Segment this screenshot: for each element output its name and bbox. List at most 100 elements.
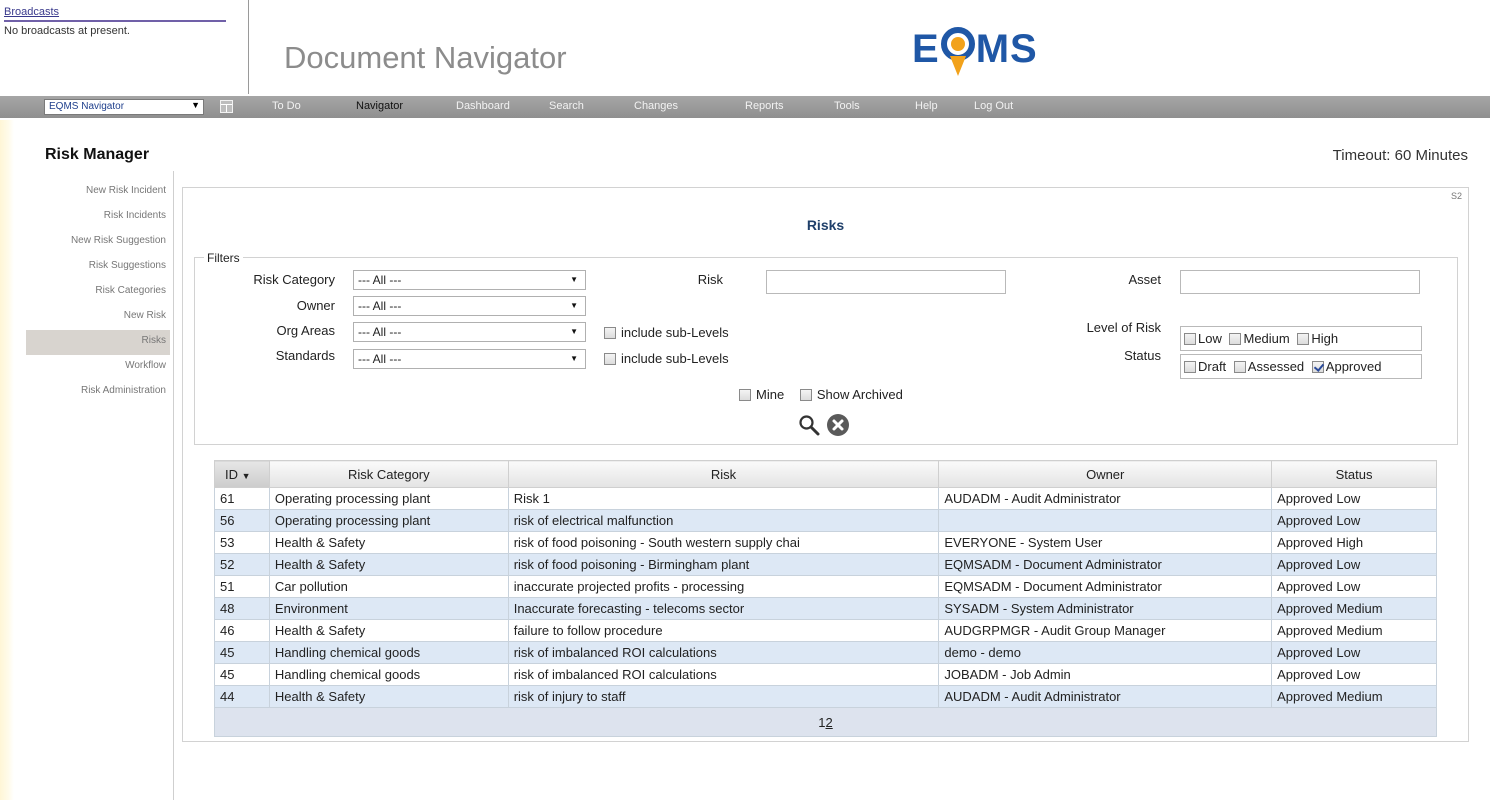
cell-risk: risk of injury to staff: [507, 685, 940, 708]
nav-changes[interactable]: Changes: [634, 100, 678, 112]
include-sub-levels-org-label: include sub-Levels: [621, 325, 729, 340]
risk-category-label: Risk Category: [253, 272, 335, 287]
cell-risk-category: Environment: [268, 597, 509, 620]
column-header-risk[interactable]: Risk: [507, 460, 940, 488]
include-sub-levels-org[interactable]: include sub-Levels: [604, 325, 735, 340]
owner-select[interactable]: --- All --- ▼: [353, 296, 586, 316]
owner-label: Owner: [296, 298, 335, 313]
sort-desc-icon: ▼: [241, 470, 251, 481]
mine-filter[interactable]: Mine Show Archived: [739, 387, 909, 402]
page-2[interactable]: 2: [826, 715, 833, 730]
column-header-id-label: ID: [225, 466, 238, 482]
cell-risk-category: Operating processing plant: [268, 487, 509, 510]
module-selector-value: EQMS Navigator: [49, 101, 125, 112]
checkbox-icon[interactable]: [604, 353, 616, 365]
nav-logout[interactable]: Log Out: [974, 100, 1013, 112]
high-checkbox[interactable]: [1297, 333, 1310, 345]
cell-id: 44: [214, 685, 270, 708]
cell-risk: Risk 1: [507, 487, 940, 510]
level-of-risk-label: Level of Risk: [1086, 320, 1161, 335]
status-options: Draft Assessed Approved: [1180, 354, 1422, 379]
page-1[interactable]: 1: [818, 715, 825, 730]
approved-label: Approved: [1325, 359, 1382, 374]
cell-id: 45: [214, 663, 270, 686]
search-icon[interactable]: [798, 414, 820, 436]
nav-todo[interactable]: To Do: [272, 100, 301, 112]
column-header-owner[interactable]: Owner: [938, 460, 1273, 488]
cell-id: 51: [214, 575, 270, 598]
mine-checkbox[interactable]: [739, 389, 751, 401]
nav-tools[interactable]: Tools: [834, 100, 860, 112]
module-title: Risk Manager: [45, 146, 150, 163]
cell-owner: demo - demo: [938, 641, 1273, 664]
include-sub-levels-standards-label: include sub-Levels: [621, 351, 729, 366]
cell-id: 45: [214, 641, 270, 664]
nav-dashboard[interactable]: Dashboard: [456, 100, 510, 112]
cell-risk-category: Health & Safety: [268, 553, 509, 576]
session-timeout: Timeout: 60 Minutes: [1332, 147, 1468, 164]
sidebar-item-new-risk[interactable]: New Risk: [26, 305, 170, 330]
sidebar-item-new-risk-incident[interactable]: New Risk Incident: [26, 180, 170, 205]
sidebar-item-risks[interactable]: Risks: [26, 330, 170, 355]
nav-search[interactable]: Search: [549, 100, 584, 112]
sidebar-item-risk-suggestions[interactable]: Risk Suggestions: [26, 255, 170, 280]
table-row[interactable]: 44 Health & Safety risk of injury to staff…: [214, 685, 1437, 708]
cell-id: 52: [214, 553, 270, 576]
table-row[interactable]: 46 Health & Safety failure to follow proce…: [214, 619, 1437, 642]
dropdown-arrow-icon: ▼: [570, 275, 578, 284]
asset-input[interactable]: [1180, 270, 1420, 294]
medium-label: Medium: [1243, 331, 1290, 346]
standards-select[interactable]: --- All --- ▼: [353, 349, 586, 369]
sidebar-item-risk-categories[interactable]: Risk Categories: [26, 280, 170, 305]
include-sub-levels-standards[interactable]: include sub-Levels: [604, 351, 735, 366]
sidebar-item-risk-incidents[interactable]: Risk Incidents: [26, 205, 170, 230]
column-header-id[interactable]: ID ▼: [214, 460, 270, 488]
org-areas-select[interactable]: --- All --- ▼: [353, 322, 586, 342]
risk-category-select[interactable]: --- All --- ▼: [353, 270, 586, 290]
low-checkbox[interactable]: [1184, 333, 1196, 345]
column-header-status[interactable]: Status: [1271, 460, 1437, 488]
table-row[interactable]: 53 Health & Safety risk of food poisoning …: [214, 531, 1437, 554]
draft-checkbox[interactable]: [1184, 361, 1196, 373]
column-header-risk-category[interactable]: Risk Category: [268, 460, 509, 488]
cell-risk-category: Health & Safety: [268, 619, 509, 642]
table-row[interactable]: 45 Handling chemical goods risk of imbalan…: [214, 663, 1437, 686]
dropdown-arrow-icon: ▼: [570, 301, 578, 310]
pagination: 12: [214, 707, 1437, 737]
assessed-checkbox[interactable]: [1233, 361, 1246, 373]
sidebar-item-risk-administration[interactable]: Risk Administration: [26, 380, 170, 405]
app-title: Document Navigator: [284, 40, 567, 75]
sidebar-item-workflow[interactable]: Workflow: [26, 355, 170, 380]
risk-input[interactable]: [766, 270, 1006, 294]
show-archived-checkbox[interactable]: [799, 389, 812, 401]
module-selector[interactable]: EQMS Navigator ▼: [44, 99, 204, 115]
table-row[interactable]: 56 Operating processing plant risk of elec…: [214, 509, 1437, 532]
table-row[interactable]: 48 Environment Inaccurate forecasting - te…: [214, 597, 1437, 620]
nav-reports[interactable]: Reports: [745, 100, 784, 112]
layout-icon[interactable]: [220, 100, 233, 113]
cell-risk: inaccurate projected profits - processin…: [507, 575, 940, 598]
org-areas-label: Org Areas: [276, 323, 335, 338]
checkbox-icon[interactable]: [604, 327, 616, 339]
cell-owner: EQMSADM - Document Administrator: [938, 553, 1273, 576]
nav-help[interactable]: Help: [915, 100, 938, 112]
clear-icon[interactable]: [827, 414, 849, 436]
table-row[interactable]: 51 Car pollution inaccurate projected prof…: [214, 575, 1437, 598]
medium-checkbox[interactable]: [1229, 333, 1242, 345]
cell-id: 56: [214, 509, 270, 532]
table-row[interactable]: 52 Health & Safety risk of food poisoning …: [214, 553, 1437, 576]
cell-risk-category: Handling chemical goods: [268, 663, 509, 686]
table-row[interactable]: 61 Operating processing plant Risk 1 AUDADM…: [214, 487, 1437, 510]
cell-status: Approved Low: [1271, 641, 1437, 664]
table-row[interactable]: 45 Handling chemical goods risk of imbalan…: [214, 641, 1437, 664]
status-label: Status: [1124, 348, 1161, 363]
risk-category-value: --- All ---: [358, 273, 402, 287]
nav-navigator[interactable]: Navigator: [356, 100, 403, 112]
standards-label: Standards: [275, 348, 335, 363]
sidebar: New Risk Incident Risk Incidents New Ris…: [26, 180, 170, 405]
cell-id: 48: [214, 597, 270, 620]
sidebar-item-new-risk-suggestion[interactable]: New Risk Suggestion: [26, 230, 170, 255]
cell-status: Approved Low: [1271, 663, 1437, 686]
approved-checkbox[interactable]: [1311, 361, 1324, 373]
broadcasts-link[interactable]: Broadcasts: [4, 6, 226, 22]
